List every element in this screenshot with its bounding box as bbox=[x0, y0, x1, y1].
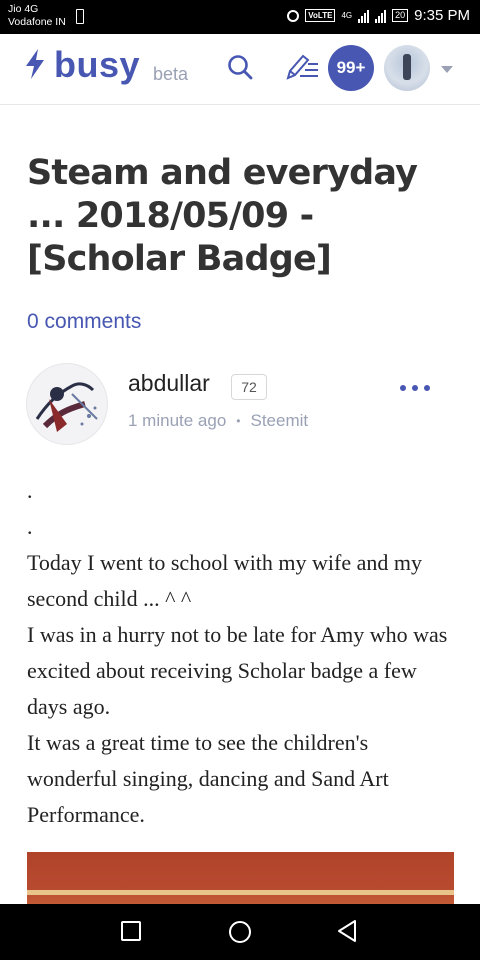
post-body: . . Today I went to school with my wife … bbox=[27, 473, 457, 833]
signal-icon bbox=[358, 9, 370, 23]
search-icon[interactable] bbox=[227, 54, 253, 80]
lightning-bolt-icon[interactable] bbox=[24, 49, 46, 79]
app-header: busy beta 99+ bbox=[0, 34, 480, 105]
user-avatar[interactable] bbox=[384, 45, 430, 91]
carrier-info: Jio 4G Vodafone IN bbox=[8, 3, 66, 29]
clock: 9:35 PM bbox=[414, 7, 470, 24]
body-dot-2: . bbox=[27, 514, 33, 539]
alarm-icon bbox=[287, 9, 300, 22]
post-app[interactable]: Steemit bbox=[251, 411, 309, 431]
body-dot-1: . bbox=[27, 478, 33, 503]
post-title: Steam and everyday ... 2018/05/09 - [Sch… bbox=[27, 153, 418, 279]
sim-card-icon bbox=[76, 9, 84, 24]
author-avatar[interactable] bbox=[26, 363, 108, 445]
status-icons: VoLTE 4G 20 9:35 PM bbox=[287, 7, 470, 24]
square-icon[interactable] bbox=[121, 921, 141, 941]
network-type: 4G bbox=[341, 10, 353, 20]
post-image[interactable] bbox=[27, 852, 454, 904]
meta-separator: • bbox=[236, 414, 241, 428]
body-line-3: It was a great time to see the children'… bbox=[27, 730, 389, 827]
chevron-down-icon[interactable] bbox=[441, 66, 453, 73]
logo-text[interactable]: busy bbox=[54, 44, 140, 86]
carrier-2: Vodafone IN bbox=[8, 16, 66, 28]
reputation-badge: 72 bbox=[231, 374, 267, 400]
beta-label: beta bbox=[153, 64, 189, 84]
triangle-back-icon[interactable] bbox=[336, 919, 358, 943]
circle-icon[interactable] bbox=[229, 921, 251, 943]
body-line-1: Today I went to school with my wife and … bbox=[27, 550, 423, 611]
pencil-edit-icon[interactable] bbox=[284, 52, 320, 82]
comments-link[interactable]: 0 comments bbox=[27, 310, 141, 334]
post-meta: 1 minute ago • Steemit bbox=[128, 411, 308, 431]
body-line-2: I was in a hurry not to be late for Amy … bbox=[27, 622, 448, 719]
post-time: 1 minute ago bbox=[128, 411, 227, 430]
notifications-badge[interactable]: 99+ bbox=[328, 45, 374, 91]
carrier-1: Jio 4G bbox=[8, 3, 39, 15]
battery-icon: 20 bbox=[392, 9, 409, 22]
navigation-bar bbox=[0, 904, 480, 960]
volte-badge: VoLTE bbox=[305, 9, 336, 22]
ellipsis-icon[interactable] bbox=[400, 385, 430, 391]
signal-icon-2 bbox=[375, 9, 387, 23]
status-bar: Jio 4G Vodafone IN VoLTE 4G 20 9:35 PM bbox=[0, 0, 480, 34]
author-name[interactable]: abdullar bbox=[128, 370, 210, 397]
